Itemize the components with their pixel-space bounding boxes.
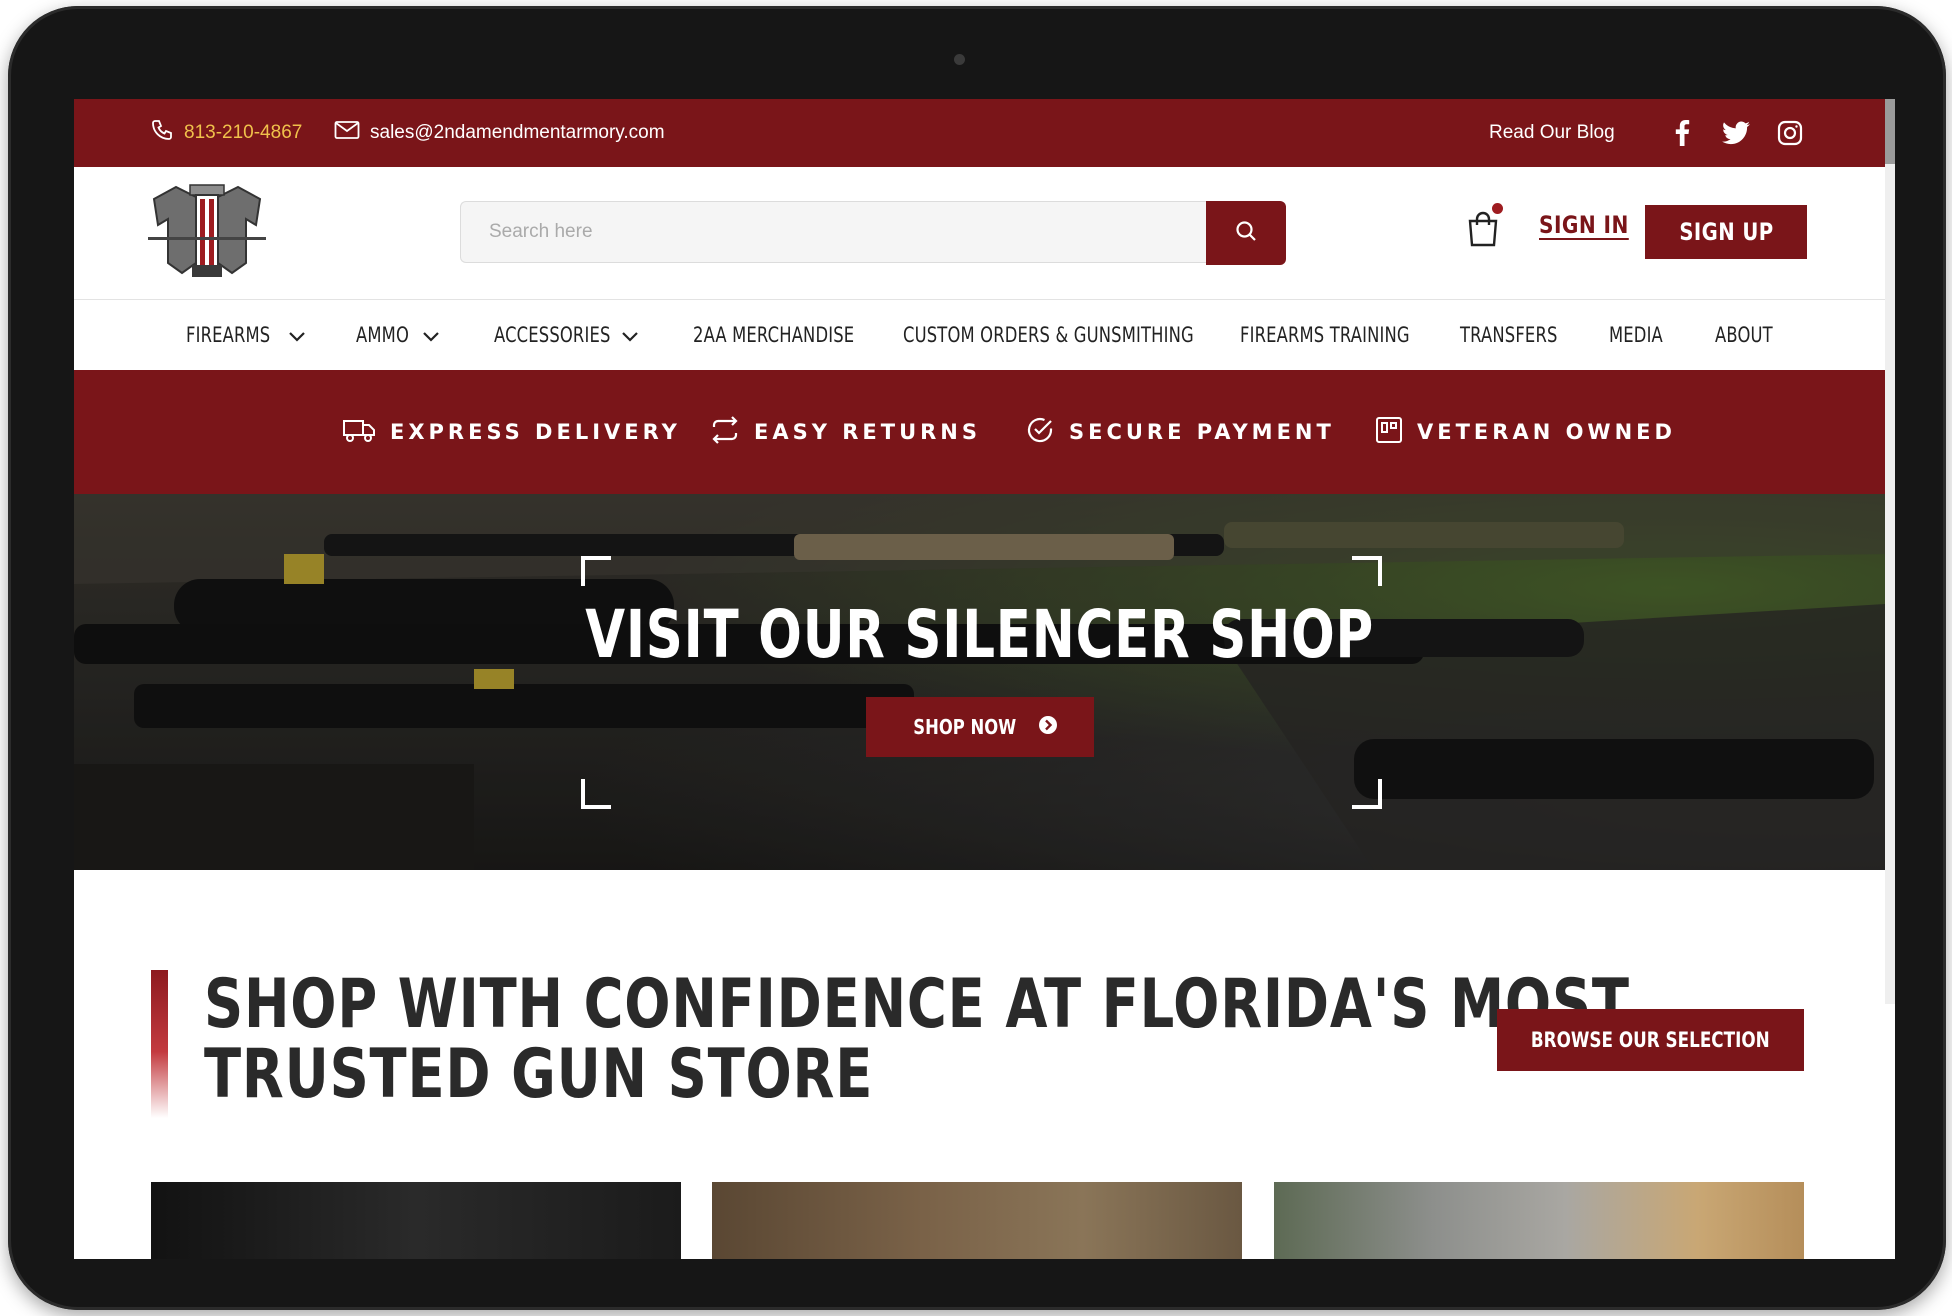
hero-overlay bbox=[74, 494, 1885, 870]
twitter-icon[interactable] bbox=[1722, 99, 1750, 167]
nav-label: TRANSFERS bbox=[1460, 323, 1558, 347]
top-contact-bar: 813-210-4867 sales@2ndamendmentarmory.co… bbox=[74, 99, 1885, 167]
read-blog-link[interactable]: Read Our Blog bbox=[1489, 99, 1615, 167]
nav-label: ACCESSORIES bbox=[494, 323, 611, 347]
shop-now-label: SHOP NOW bbox=[913, 715, 1017, 739]
feature-label: EXPRESS DELIVERY bbox=[390, 420, 681, 444]
nav-label: ABOUT bbox=[1715, 323, 1773, 347]
sign-up-label: SIGN UP bbox=[1678, 218, 1774, 246]
nav-label: AMMO bbox=[356, 323, 409, 347]
nav-label: FIREARMS bbox=[186, 323, 271, 347]
nav-label: MEDIA bbox=[1609, 323, 1663, 347]
feature-label: SECURE PAYMENT bbox=[1069, 420, 1335, 444]
hero-title: VISIT OUR SILENCER SHOP bbox=[74, 596, 1885, 673]
search-icon bbox=[1234, 219, 1258, 248]
corner-bracket-bottom-right bbox=[1352, 779, 1382, 809]
category-image-2[interactable] bbox=[712, 1182, 1242, 1259]
nav-item-media[interactable]: MEDIA bbox=[1609, 300, 1678, 370]
arrow-circle-icon bbox=[1038, 715, 1058, 740]
browse-selection-label: BROWSE OUR SELECTION bbox=[1531, 1028, 1770, 1052]
feature-bar: EXPRESS DELIVERY EASY RETURNS SECURE PAY… bbox=[74, 370, 1885, 494]
shop-now-button[interactable]: SHOP NOW bbox=[866, 697, 1094, 757]
nav-item-firearms[interactable]: FIREARMS bbox=[186, 300, 306, 370]
main-navigation: FIREARMS AMMO ACCESSORIES 2AA MERCHANDIS… bbox=[74, 300, 1885, 370]
email-link[interactable]: sales@2ndamendmentarmory.com bbox=[334, 99, 665, 167]
section-title-line-2: TRUSTED GUN STORE bbox=[204, 1035, 874, 1114]
search-bar bbox=[460, 201, 1286, 265]
browse-selection-button[interactable]: BROWSE OUR SELECTION bbox=[1497, 1009, 1804, 1071]
camera-dot bbox=[954, 54, 965, 65]
feature-express-delivery: EXPRESS DELIVERY bbox=[342, 370, 681, 494]
feature-easy-returns: EASY RETURNS bbox=[710, 370, 981, 494]
nav-item-firearms-training[interactable]: FIREARMS TRAINING bbox=[1240, 300, 1458, 370]
cart-button[interactable] bbox=[1466, 203, 1506, 247]
cart-indicator-dot bbox=[1492, 203, 1503, 214]
confidence-section: SHOP WITH CONFIDENCE AT FLORIDA'S MOST T… bbox=[74, 870, 1885, 1259]
section-title-line-1: SHOP WITH CONFIDENCE AT FLORIDA'S MOST bbox=[204, 965, 1630, 1044]
feature-veteran-owned: VETERAN OWNED bbox=[1375, 370, 1676, 494]
nav-item-ammo[interactable]: AMMO bbox=[356, 300, 440, 370]
instagram-icon[interactable] bbox=[1777, 99, 1803, 167]
scrollbar-thumb[interactable] bbox=[1885, 99, 1895, 164]
nav-item-custom-orders[interactable]: CUSTOM ORDERS & GUNSMITHING bbox=[903, 300, 1276, 370]
site-logo[interactable] bbox=[146, 179, 268, 287]
sign-in-link[interactable]: SIGN IN bbox=[1539, 211, 1629, 239]
search-button[interactable] bbox=[1206, 201, 1286, 265]
section-title: SHOP WITH CONFIDENCE AT FLORIDA'S MOST T… bbox=[204, 965, 1630, 1114]
mail-icon bbox=[334, 120, 360, 146]
chevron-down-icon bbox=[288, 323, 306, 347]
nav-item-transfers[interactable]: TRANSFERS bbox=[1460, 300, 1585, 370]
feature-label: VETERAN OWNED bbox=[1417, 420, 1676, 444]
facebook-icon[interactable] bbox=[1674, 99, 1690, 167]
phone-link[interactable]: 813-210-4867 bbox=[150, 99, 302, 167]
nav-label: FIREARMS TRAINING bbox=[1240, 323, 1410, 347]
nav-item-2aa-merchandise[interactable]: 2AA MERCHANDISE bbox=[693, 300, 900, 370]
phone-number: 813-210-4867 bbox=[184, 122, 303, 143]
returns-icon bbox=[710, 415, 740, 450]
nav-label: 2AA MERCHANDISE bbox=[693, 323, 855, 347]
corner-bracket-top-right bbox=[1352, 556, 1382, 586]
feature-secure-payment: SECURE PAYMENT bbox=[1025, 370, 1335, 494]
corner-bracket-bottom-left bbox=[581, 779, 611, 809]
check-circle-icon bbox=[1025, 415, 1055, 450]
category-image-3[interactable] bbox=[1274, 1182, 1804, 1259]
title-accent-bar bbox=[151, 970, 168, 1118]
scrollbar-track[interactable] bbox=[1885, 164, 1895, 1004]
corner-bracket-top-left bbox=[581, 556, 611, 586]
hero-title-text: VISIT OUR SILENCER SHOP bbox=[585, 596, 1374, 673]
search-input[interactable] bbox=[460, 201, 1206, 263]
chevron-down-icon bbox=[422, 323, 440, 347]
tablet-frame: 813-210-4867 sales@2ndamendmentarmory.co… bbox=[8, 6, 1946, 1310]
hero-banner: VISIT OUR SILENCER SHOP SHOP NOW bbox=[74, 494, 1885, 870]
phone-icon bbox=[150, 118, 174, 148]
nav-item-about[interactable]: ABOUT bbox=[1715, 300, 1789, 370]
truck-icon bbox=[342, 417, 376, 448]
feature-label: EASY RETURNS bbox=[754, 420, 982, 444]
nav-label: CUSTOM ORDERS & GUNSMITHING bbox=[903, 323, 1194, 347]
nav-item-accessories[interactable]: ACCESSORIES bbox=[494, 300, 639, 370]
badge-icon bbox=[1375, 416, 1403, 449]
email-address: sales@2ndamendmentarmory.com bbox=[370, 122, 665, 143]
browser-viewport: 813-210-4867 sales@2ndamendmentarmory.co… bbox=[74, 99, 1895, 1259]
sign-up-button[interactable]: SIGN UP bbox=[1645, 205, 1807, 259]
category-image-1[interactable] bbox=[151, 1182, 681, 1259]
chevron-down-icon bbox=[621, 323, 639, 347]
site-header: SIGN IN SIGN UP bbox=[74, 167, 1885, 300]
